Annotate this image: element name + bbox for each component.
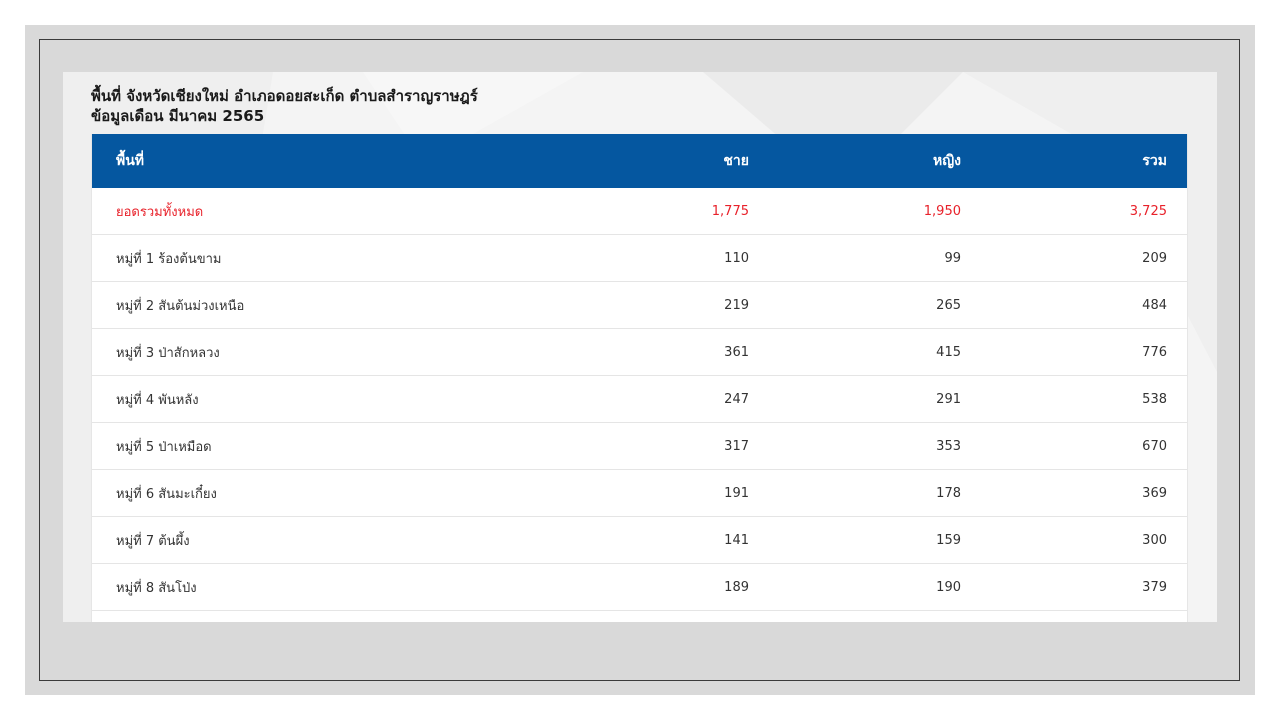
column-header-total: รวม (1142, 153, 1167, 169)
table-header: พื้นที่ ชาย หญิง รวม (92, 134, 1187, 188)
cell-female: 190 (936, 579, 961, 595)
population-table: พื้นที่ ชาย หญิง รวม ยอดรวมทั้งหมด 1,775… (91, 134, 1188, 622)
cell-area: หมู่ที่ 4 พันหลัง (116, 392, 199, 408)
cell-total: 369 (1142, 485, 1167, 501)
column-header-female: หญิง (933, 153, 961, 169)
cell-female: 159 (936, 532, 961, 548)
cell-female: 1,950 (923, 203, 961, 219)
table-row: หมู่ที่ 2 สันต้นม่วงเหนือ 219 265 484 (92, 282, 1187, 329)
cell-male: 247 (724, 391, 749, 407)
table-row: หมู่ที่ 5 ป่าเหมือด 317 353 670 (92, 423, 1187, 470)
cell-area: หมู่ที่ 1 ร้องต้นขาม (116, 251, 222, 267)
column-header-male: ชาย (723, 153, 749, 169)
column-header-area: พื้นที่ (116, 153, 145, 169)
table-row: หมู่ที่ 3 ป่าสักหลวง 361 415 776 (92, 329, 1187, 376)
cell-total: 3,725 (1129, 203, 1167, 219)
table-row: หมู่ที่ 8 สันโป่ง 189 190 379 (92, 564, 1187, 611)
cell-total: 209 (1142, 250, 1167, 266)
cell-male: 141 (724, 532, 749, 548)
cell-area: หมู่ที่ 3 ป่าสักหลวง (116, 345, 220, 361)
cell-total: 538 (1142, 391, 1167, 407)
cell-male: 1,775 (711, 203, 749, 219)
table-row: หมู่ที่ 1 ร้องต้นขาม 110 99 209 (92, 235, 1187, 282)
page-heading: พื้นที่ จังหวัดเชียงใหม่ อำเภอดอยสะเก็ด … (91, 86, 478, 126)
cell-total: 670 (1142, 438, 1167, 454)
content-panel: พื้นที่ จังหวัดเชียงใหม่ อำเภอดอยสะเก็ด … (63, 72, 1217, 622)
cell-male: 317 (724, 438, 749, 454)
cell-total: 300 (1142, 532, 1167, 548)
table-row-partial (92, 611, 1187, 622)
cell-female: 415 (936, 344, 961, 360)
cell-total: 379 (1142, 579, 1167, 595)
cell-female: 99 (944, 250, 961, 266)
cell-female: 265 (936, 297, 961, 313)
cell-male: 189 (724, 579, 749, 595)
table-row: หมู่ที่ 6 สันมะเกี๋ยง 191 178 369 (92, 470, 1187, 517)
table-row: หมู่ที่ 7 ต้นผึ้ง 141 159 300 (92, 517, 1187, 564)
heading-location: พื้นที่ จังหวัดเชียงใหม่ อำเภอดอยสะเก็ด … (91, 87, 478, 105)
cell-female: 178 (936, 485, 961, 501)
table-row-total: ยอดรวมทั้งหมด 1,775 1,950 3,725 (92, 188, 1187, 235)
heading-month: ข้อมูลเดือน มีนาคม 2565 (91, 107, 265, 125)
cell-female: 353 (936, 438, 961, 454)
cell-area: หมู่ที่ 6 สันมะเกี๋ยง (116, 486, 217, 502)
cell-male: 191 (724, 485, 749, 501)
table-row: หมู่ที่ 4 พันหลัง 247 291 538 (92, 376, 1187, 423)
cell-female: 291 (936, 391, 961, 407)
cell-male: 219 (724, 297, 749, 313)
cell-area: หมู่ที่ 8 สันโป่ง (116, 580, 197, 596)
cell-total: 776 (1142, 344, 1167, 360)
cell-area: ยอดรวมทั้งหมด (116, 204, 204, 220)
cell-area: หมู่ที่ 2 สันต้นม่วงเหนือ (116, 298, 245, 314)
cell-area: หมู่ที่ 7 ต้นผึ้ง (116, 533, 190, 549)
cell-male: 110 (724, 250, 749, 266)
cell-total: 484 (1142, 297, 1167, 313)
cell-area: หมู่ที่ 5 ป่าเหมือด (116, 439, 212, 455)
cell-male: 361 (724, 344, 749, 360)
